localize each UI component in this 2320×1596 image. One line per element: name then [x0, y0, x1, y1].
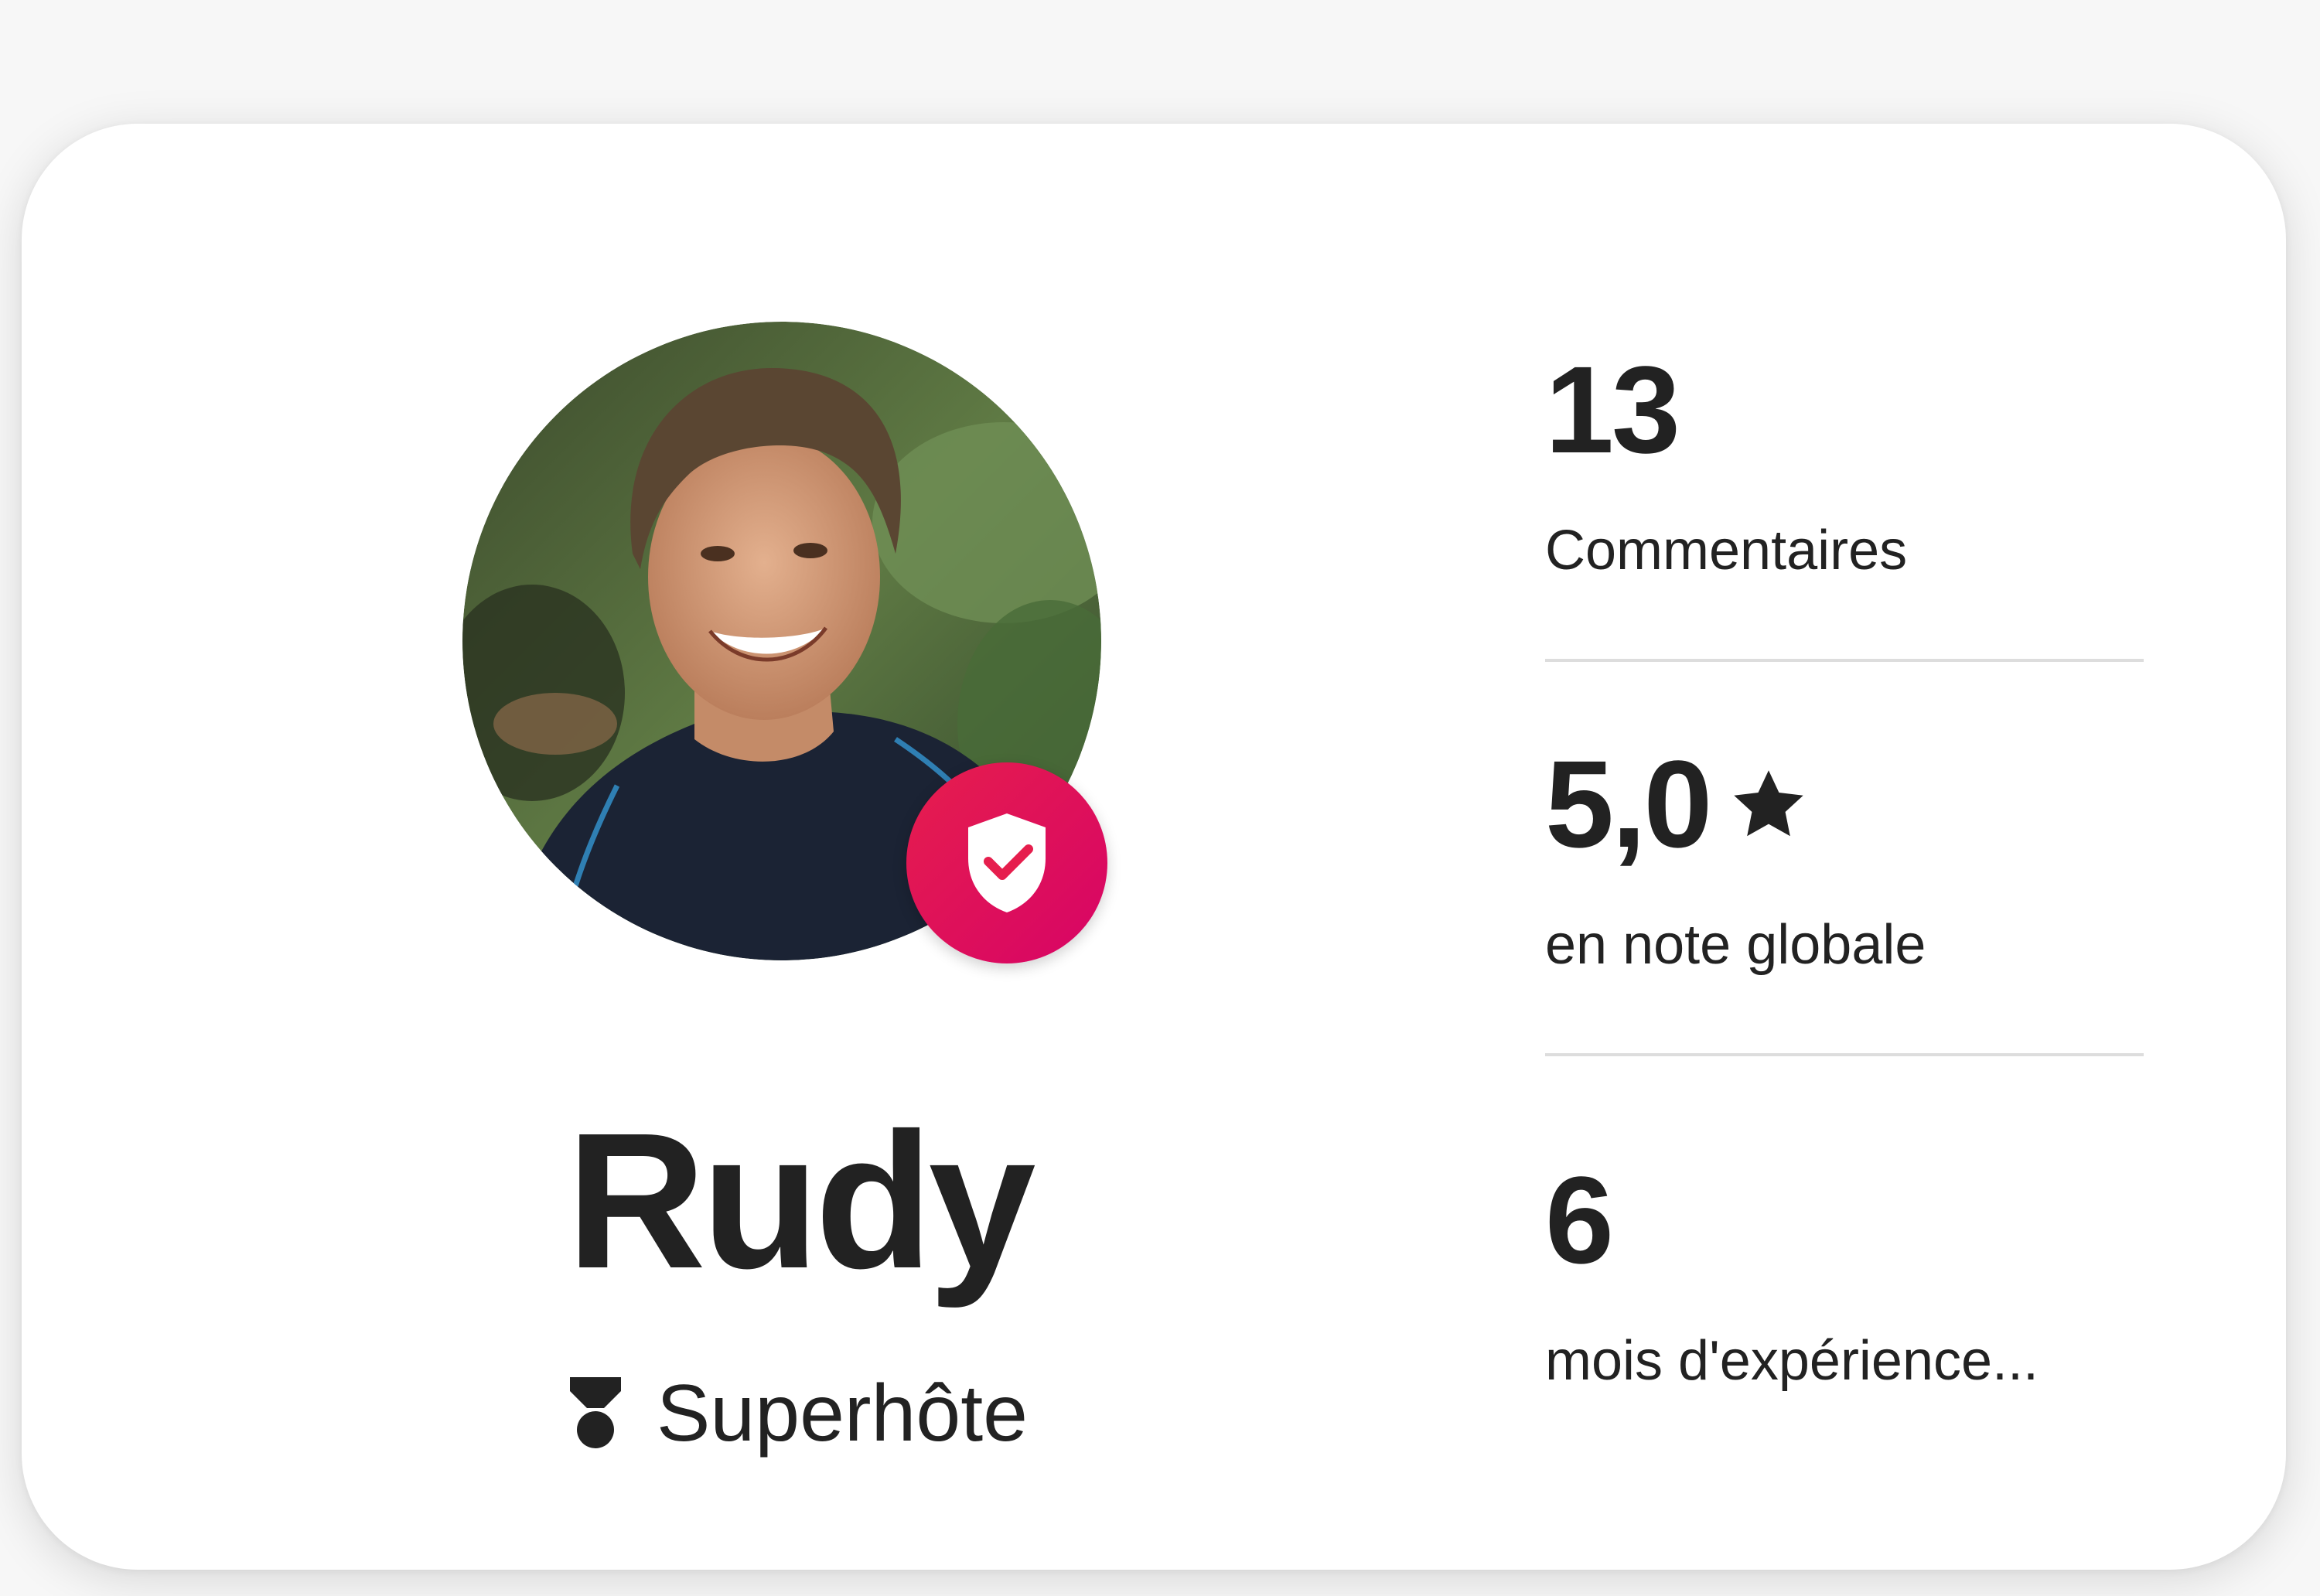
stat-reviews: 13 Commentaires — [1545, 340, 2159, 581]
superhost-label: Superhôte — [657, 1369, 1028, 1458]
stat-experience: 6 mois d'expérience... — [1545, 1151, 2159, 1392]
stat-value-row: 5,0 — [1545, 742, 2159, 866]
stat-label: mois d'expérience... — [1545, 1330, 2039, 1392]
stat-value: 6 — [1545, 1151, 1614, 1289]
host-profile-card: Rudy Superhôte 13 Commentaires 5,0 en no… — [22, 124, 2286, 1570]
divider — [1545, 1053, 2144, 1056]
verified-shield-icon — [968, 813, 1046, 912]
star-icon — [1734, 770, 1804, 837]
superhost-status: Superhôte — [370, 1373, 1228, 1454]
divider — [1545, 659, 2144, 662]
host-name: Rudy — [566, 1093, 1036, 1308]
stat-label: Commentaires — [1545, 520, 1908, 581]
host-stats: 13 Commentaires 5,0 en note globale 6 mo… — [1545, 348, 2159, 1389]
stat-label: en note globale — [1545, 914, 1926, 976]
stat-rating: 5,0 en note globale — [1545, 742, 2159, 976]
superhost-medal-icon — [570, 1377, 622, 1448]
stat-value: 13 — [1545, 340, 1680, 479]
avatar-container — [462, 322, 1107, 963]
stat-value: 5,0 — [1545, 735, 1712, 873]
verified-badge — [906, 762, 1107, 963]
